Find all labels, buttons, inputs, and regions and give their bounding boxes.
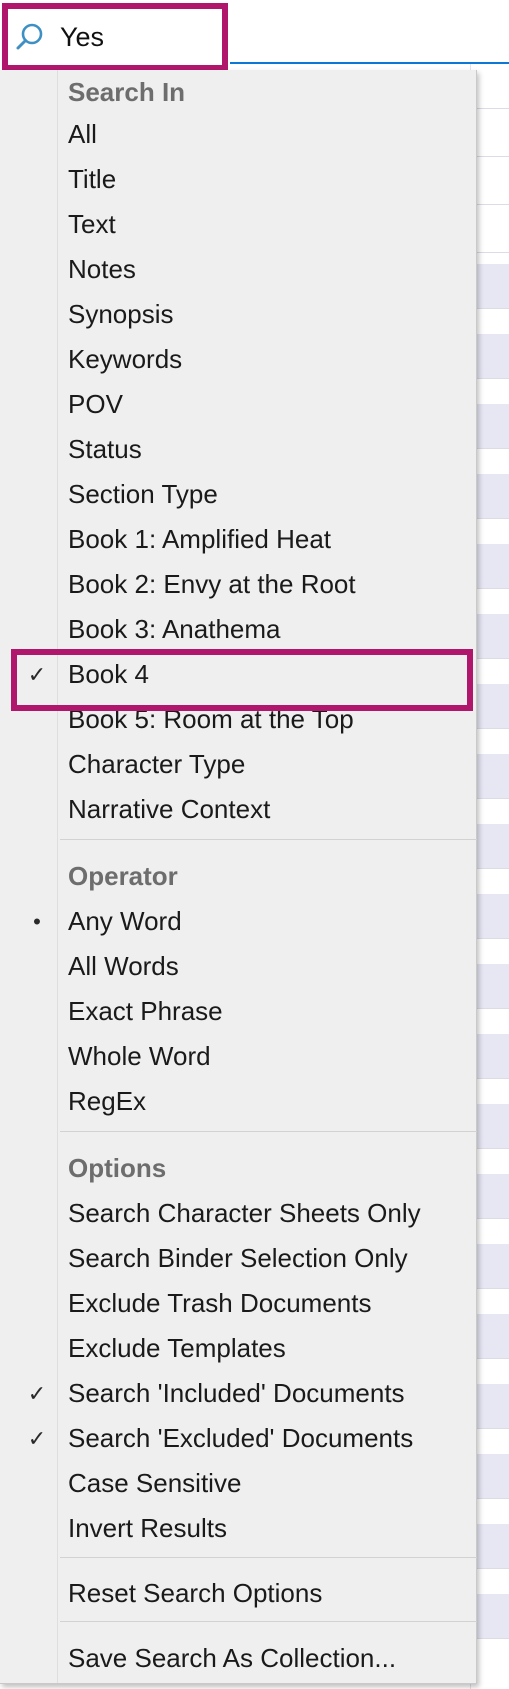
menu-item-text[interactable]: Text <box>0 202 477 247</box>
menu-item-keywords[interactable]: Keywords <box>0 337 477 382</box>
menu-item-all-words[interactable]: All Words <box>0 944 477 989</box>
checkmark-icon: ✓ <box>27 1381 47 1406</box>
menu-item-regex[interactable]: RegEx <box>0 1079 477 1124</box>
menu-header-search-in: Search In <box>68 77 186 107</box>
menu-item-status[interactable]: Status <box>0 427 477 472</box>
menu-separator <box>60 1621 477 1622</box>
menu-item-exclude-templates[interactable]: Exclude Templates <box>0 1326 477 1371</box>
menu-item-exact-phrase[interactable]: Exact Phrase <box>0 989 477 1034</box>
menu-separator <box>60 1131 477 1132</box>
menu-item-invert-results[interactable]: Invert Results <box>0 1506 477 1551</box>
menu-header-options: Options <box>68 1153 167 1183</box>
checkmark-icon: ✓ <box>27 1426 47 1451</box>
menu-item-case-sensitive[interactable]: Case Sensitive <box>0 1461 477 1506</box>
menu-item-book-2[interactable]: Book 2: Envy at the Root <box>0 562 477 607</box>
menu-item-exclude-trash-documents[interactable]: Exclude Trash Documents <box>0 1281 477 1326</box>
search-highlight-frame <box>2 3 228 71</box>
menu-item-synopsis[interactable]: Synopsis <box>0 292 477 337</box>
toolbar-underline <box>230 62 509 64</box>
search-options-menu: Search In All Title Text Notes Synopsis … <box>0 70 477 1684</box>
menu-item-save-search-as-collection[interactable]: Save Search As Collection... <box>0 1636 477 1681</box>
menu-item-whole-word[interactable]: Whole Word <box>0 1034 477 1079</box>
menu-item-search-character-sheets-only[interactable]: Search Character Sheets Only <box>0 1191 477 1236</box>
menu-header-operator: Operator <box>68 861 178 891</box>
menu-item-section-type[interactable]: Section Type <box>0 472 477 517</box>
menu-separator <box>60 1557 477 1558</box>
menu-item-search-included-documents[interactable]: ✓ Search 'Included' Documents <box>0 1371 477 1416</box>
menu-item-notes[interactable]: Notes <box>0 247 477 292</box>
menu-item-all[interactable]: All <box>0 112 477 157</box>
menu-item-character-type[interactable]: Character Type <box>0 742 477 787</box>
selected-item-highlight-frame <box>11 649 473 711</box>
menu-item-pov[interactable]: POV <box>0 382 477 427</box>
menu-item-search-excluded-documents[interactable]: ✓ Search 'Excluded' Documents <box>0 1416 477 1461</box>
menu-item-narrative-context[interactable]: Narrative Context <box>0 787 477 832</box>
menu-item-book-1[interactable]: Book 1: Amplified Heat <box>0 517 477 562</box>
menu-item-title[interactable]: Title <box>0 157 477 202</box>
menu-item-book-3[interactable]: Book 3: Anathema <box>0 607 477 652</box>
menu-item-any-word[interactable]: • Any Word <box>0 899 477 944</box>
menu-item-reset-search-options[interactable]: Reset Search Options <box>0 1571 477 1616</box>
bullet-icon: • <box>33 909 41 934</box>
menu-separator <box>60 839 477 840</box>
menu-item-search-binder-selection-only[interactable]: Search Binder Selection Only <box>0 1236 477 1281</box>
